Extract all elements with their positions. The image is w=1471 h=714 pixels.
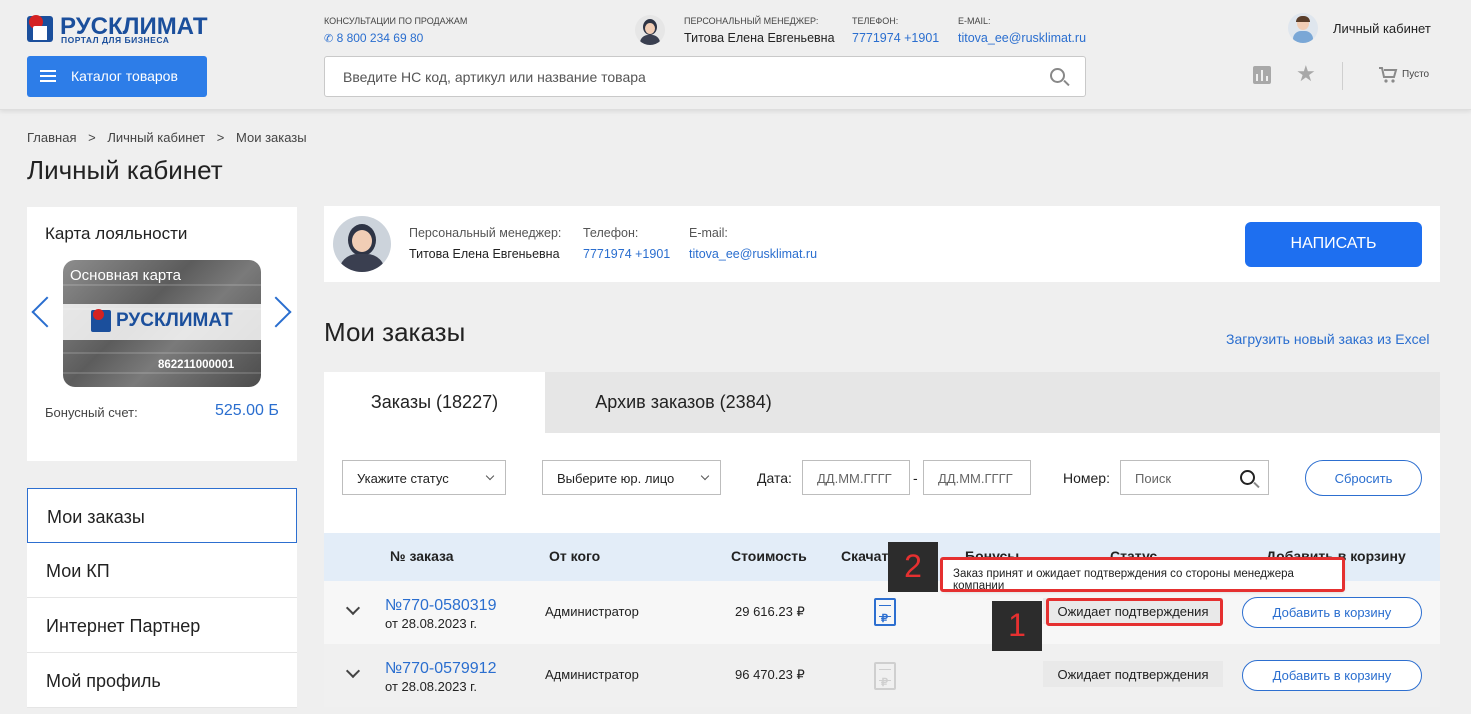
tab-orders[interactable]: Заказы (18227) bbox=[324, 372, 545, 433]
annotation-marker-1: 1 bbox=[992, 601, 1042, 651]
card-logo-icon bbox=[91, 309, 111, 332]
search-input[interactable] bbox=[325, 57, 1045, 96]
manager-card-email[interactable]: titova_ee@rusklimat.ru bbox=[689, 247, 817, 261]
loyalty-card[interactable]: Основная карта РУСКЛИМАТ 862211000001 bbox=[63, 260, 261, 387]
sidebar-item-my-orders[interactable]: Мои заказы bbox=[27, 488, 297, 543]
number-search-placeholder: Поиск bbox=[1135, 471, 1172, 486]
logo-subtitle: ПОРТАЛ ДЛЯ БИЗНЕСА bbox=[61, 35, 170, 45]
card-title: Основная карта bbox=[70, 267, 181, 284]
annotation-highlight-tooltip bbox=[940, 557, 1345, 592]
loyalty-title: Карта лояльности bbox=[45, 224, 188, 243]
manager-card: Персональный менеджер: Титова Елена Евге… bbox=[324, 206, 1440, 282]
manager-email-link[interactable]: titova_ee@rusklimat.ru bbox=[958, 31, 1086, 45]
invoice-download-disabled-icon bbox=[874, 662, 896, 690]
manager-avatar bbox=[333, 216, 391, 272]
sidebar-item-my-profile[interactable]: Мой профиль bbox=[27, 653, 297, 708]
manager-card-name: Титова Елена Евгеньевна bbox=[409, 247, 560, 261]
annotation-marker-2: 2 bbox=[888, 542, 938, 592]
order-number-link[interactable]: №770-0579912 bbox=[385, 660, 496, 678]
email-caption: E-MAIL: bbox=[958, 16, 991, 26]
phone-icon: ✆ bbox=[324, 33, 334, 45]
status-badge: Ожидает подтверждения bbox=[1043, 661, 1223, 687]
entity-select[interactable]: Выберите юр. лицо bbox=[542, 460, 721, 495]
add-to-cart-button[interactable]: Добавить в корзину bbox=[1242, 660, 1422, 691]
entity-select-label: Выберите юр. лицо bbox=[557, 471, 675, 486]
breadcrumb-sep: > bbox=[88, 130, 96, 145]
cart-label: Пусто bbox=[1402, 69, 1430, 80]
account-label: Личный кабинет bbox=[1333, 21, 1431, 36]
breadcrumb-home[interactable]: Главная bbox=[27, 130, 76, 145]
search-icon[interactable] bbox=[1240, 470, 1255, 485]
manager-avatar-small bbox=[635, 15, 665, 45]
catalog-label: Каталог товаров bbox=[71, 68, 178, 84]
sales-phone-text: 8 800 234 69 80 bbox=[336, 31, 424, 45]
search-box[interactable] bbox=[324, 56, 1086, 97]
site-header: РУСКЛИМАТ ПОРТАЛ ДЛЯ БИЗНЕСА КОНСУЛЬТАЦИ… bbox=[0, 0, 1471, 110]
order-from: Администратор bbox=[545, 667, 639, 682]
breadcrumb-account[interactable]: Личный кабинет bbox=[107, 130, 205, 145]
manager-name: Титова Елена Евгеньевна bbox=[684, 31, 835, 45]
search-icon[interactable] bbox=[1050, 68, 1065, 83]
manager-card-phone[interactable]: 7771974 +1901 bbox=[583, 247, 670, 261]
manager-phone-link[interactable]: 7771974 +1901 bbox=[852, 31, 939, 45]
sales-phone[interactable]: ✆ 8 800 234 69 80 bbox=[324, 31, 423, 45]
breadcrumb: Главная > Личный кабинет > Мои заказы bbox=[27, 130, 307, 145]
orders-title: Мои заказы bbox=[324, 317, 466, 347]
manager-card-phone-caption: Телефон: bbox=[583, 226, 639, 240]
logo-mark-icon bbox=[27, 15, 53, 42]
order-date: от 28.08.2023 г. bbox=[385, 616, 477, 631]
date-label: Дата: bbox=[757, 470, 792, 486]
write-button[interactable]: НАПИСАТЬ bbox=[1245, 222, 1422, 267]
bonus-value: 525.00 Б bbox=[215, 402, 279, 419]
number-search-input[interactable]: Поиск bbox=[1120, 460, 1269, 495]
account-link[interactable]: Личный кабинет bbox=[1288, 13, 1448, 43]
status-select[interactable]: Укажите статус bbox=[342, 460, 506, 495]
order-from: Администратор bbox=[545, 604, 639, 619]
card-number: 862211000001 bbox=[158, 359, 235, 371]
sidebar-item-my-kp[interactable]: Мои КП bbox=[27, 543, 297, 598]
manager-card-email-caption: E-mail: bbox=[689, 226, 728, 240]
col-from: От кого bbox=[549, 548, 601, 564]
date-from-input[interactable]: ДД.ММ.ГГГГ bbox=[802, 460, 910, 495]
chevron-down-icon bbox=[485, 471, 495, 481]
order-number-link[interactable]: №770-0580319 bbox=[385, 597, 496, 615]
add-to-cart-button[interactable]: Добавить в корзину bbox=[1242, 597, 1422, 628]
phone-caption: ТЕЛЕФОН: bbox=[852, 16, 899, 26]
date-separator: - bbox=[913, 470, 918, 486]
menu-icon bbox=[40, 70, 56, 82]
breadcrumb-current: Мои заказы bbox=[235, 130, 307, 145]
sidebar-item-internet-partner[interactable]: Интернет Партнер bbox=[27, 598, 297, 653]
manager-caption: ПЕРСОНАЛЬНЫЙ МЕНЕДЖЕР: bbox=[684, 16, 819, 26]
card-brand: РУСКЛИМАТ bbox=[116, 310, 233, 331]
invoice-download-icon[interactable] bbox=[874, 598, 896, 626]
compare-chart-icon[interactable] bbox=[1253, 66, 1271, 84]
chevron-down-icon bbox=[700, 471, 710, 481]
upload-excel-link[interactable]: Загрузить новый заказ из Excel bbox=[1226, 331, 1429, 347]
col-cost: Стоимость bbox=[731, 548, 807, 564]
cart-icon[interactable] bbox=[1378, 66, 1398, 84]
status-select-label: Укажите статус bbox=[357, 471, 449, 486]
sales-caption: КОНСУЛЬТАЦИИ ПО ПРОДАЖАМ bbox=[324, 16, 468, 26]
rusklimat-logo[interactable]: РУСКЛИМАТ ПОРТАЛ ДЛЯ БИЗНЕСА bbox=[27, 13, 217, 46]
reset-button[interactable]: Сбросить bbox=[1305, 460, 1422, 496]
order-cost: 29 616.23 ₽ bbox=[735, 604, 805, 619]
favorites-star-icon[interactable]: ★ bbox=[1296, 62, 1316, 86]
order-date: от 28.08.2023 г. bbox=[385, 679, 477, 694]
date-to-input[interactable]: ДД.ММ.ГГГГ bbox=[923, 460, 1031, 495]
annotation-highlight-status bbox=[1046, 598, 1223, 626]
bonus-label: Бонусный счет: bbox=[45, 405, 138, 420]
number-label: Номер: bbox=[1063, 470, 1110, 486]
order-cost: 96 470.23 ₽ bbox=[735, 667, 805, 682]
user-avatar-icon bbox=[1288, 13, 1318, 43]
page-title: Личный кабинет bbox=[27, 155, 223, 185]
tab-archive[interactable]: Архив заказов (2384) bbox=[545, 372, 822, 433]
col-number: № заказа bbox=[390, 548, 454, 564]
breadcrumb-sep: > bbox=[216, 130, 225, 145]
manager-card-caption: Персональный менеджер: bbox=[409, 226, 562, 240]
catalog-button[interactable]: Каталог товаров bbox=[27, 56, 207, 97]
header-divider bbox=[1342, 62, 1343, 90]
